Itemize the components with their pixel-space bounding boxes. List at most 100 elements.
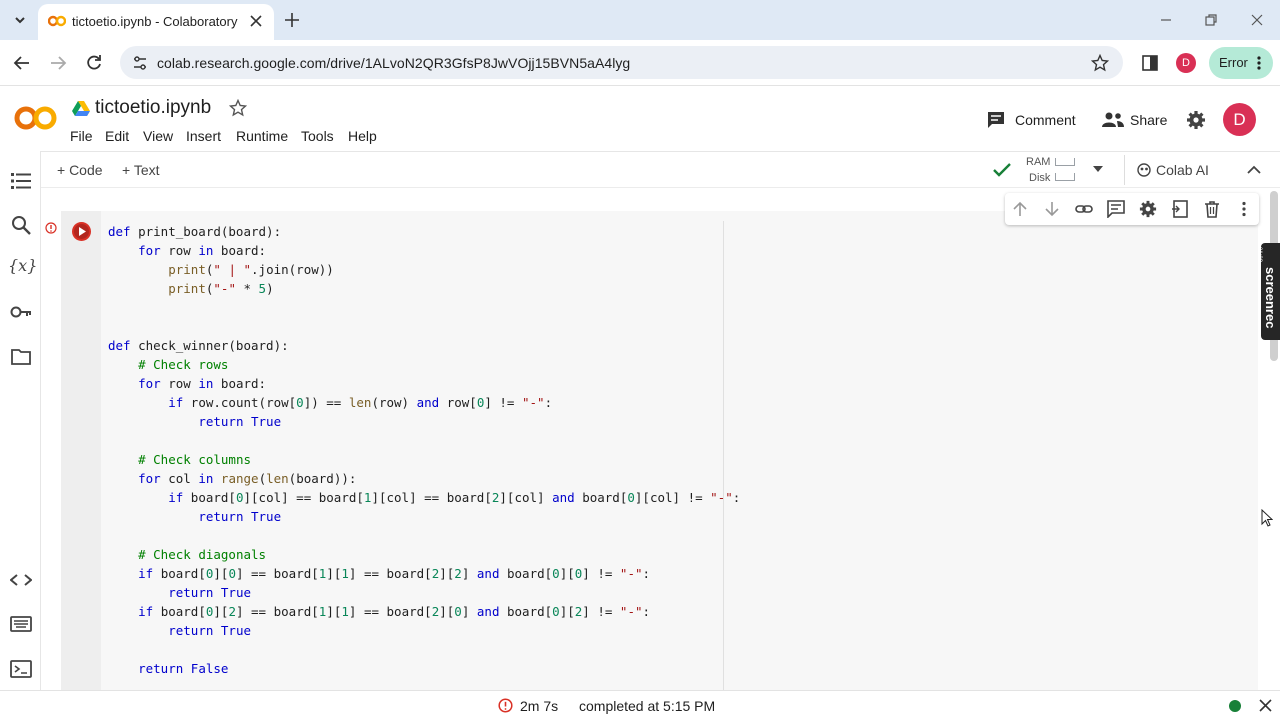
more-actions-icon[interactable] [1235,200,1253,218]
cell-toolbar [1005,193,1259,225]
code-line: for col in range(len(board)): [138,471,357,486]
move-cell-up-icon[interactable] [1011,200,1029,218]
browser-tab[interactable]: tictoetio.ipynb - Colaboratory [38,4,274,40]
tab-close-icon[interactable] [249,14,263,28]
runtime-dropdown-icon[interactable] [1093,166,1103,172]
watermark-time: 01:08 [1256,247,1262,263]
tab-search-icon[interactable] [10,10,30,30]
code-snippets-icon[interactable] [10,573,32,587]
add-text-cell-button[interactable]: + Text [122,162,160,178]
link-to-cell-icon[interactable] [1075,200,1093,218]
mirror-cell-icon[interactable] [1171,200,1189,218]
code-line: print(" | ".join(row)) [168,262,334,277]
execution-duration[interactable]: 2m 7s [520,698,558,714]
browser-profile-avatar[interactable]: D [1176,53,1196,73]
colab-ai-icon[interactable] [1137,163,1151,177]
browser-tab-strip: tictoetio.ipynb - Colaboratory [0,0,1280,40]
reload-icon[interactable] [85,54,103,72]
error-label: Error [1219,55,1248,70]
comment-button[interactable]: Comment [1015,112,1076,128]
share-button[interactable]: Share [1130,112,1167,128]
table-of-contents-icon[interactable] [11,172,31,190]
terminal-icon[interactable] [10,660,32,678]
code-line: return True [198,509,282,524]
menu-tools[interactable]: Tools [301,128,334,144]
account-avatar[interactable]: D [1223,103,1256,136]
site-settings-icon[interactable] [132,55,148,71]
cell-settings-gear-icon[interactable] [1139,200,1157,218]
disk-label: Disk [1029,172,1051,184]
screenrec-watermark: 01:08 screenrec [1256,243,1280,340]
cell-gutter [61,211,101,690]
code-line: for row in board: [138,243,267,258]
code-line: def check_winner(board): [108,338,289,353]
code-line: return True [168,585,252,600]
secrets-key-icon[interactable] [10,306,32,318]
move-cell-down-icon[interactable] [1043,200,1061,218]
menu-file[interactable]: File [70,128,93,144]
notebook-main: def print_board(board): for row in board… [41,189,1268,690]
connection-status-dot [1229,700,1241,712]
code-editor[interactable]: def print_board(board): for row in board… [108,222,740,678]
browser-menu-dots-icon [1257,56,1261,70]
minimize-icon[interactable] [1156,10,1176,30]
comment-icon[interactable] [987,111,1005,129]
code-line: return True [198,414,282,429]
code-line: if board[0][0] == board[1][1] == board[2… [138,566,651,581]
settings-gear-icon[interactable] [1186,110,1206,130]
code-line: if board[0][col] == board[1][col] == boa… [168,490,741,505]
browser-error-button[interactable]: Error [1209,47,1273,79]
address-bar[interactable]: colab.research.google.com/drive/1ALvoN2Q… [120,46,1123,79]
menu-view[interactable]: View [143,128,173,144]
delete-cell-icon[interactable] [1203,200,1221,218]
tab-title: tictoetio.ipynb - Colaboratory [72,14,238,29]
code-line: return True [168,623,252,638]
files-folder-icon[interactable] [11,348,31,365]
connected-check-icon[interactable] [992,162,1012,178]
menu-edit[interactable]: Edit [105,128,129,144]
command-palette-icon[interactable] [10,616,32,632]
add-comment-icon[interactable] [1107,200,1125,218]
add-code-cell-button[interactable]: + Code [57,162,103,178]
status-bar: 2m 7s completed at 5:15 PM [0,690,1280,720]
disk-meter [1055,173,1075,181]
menu-insert[interactable]: Insert [186,128,221,144]
code-line: # Check columns [138,452,251,467]
ram-meter [1055,158,1075,166]
bookmark-star-icon[interactable] [1091,54,1109,72]
code-line: print("-" * 5) [168,281,274,296]
colab-favicon-icon [48,15,66,27]
colab-ai-button[interactable]: Colab AI [1156,162,1209,178]
mouse-cursor-icon [1261,509,1273,527]
notebook-title[interactable]: tictoetio.ipynb [95,97,211,119]
google-drive-icon [72,100,90,116]
status-close-icon[interactable] [1259,699,1272,712]
menu-help[interactable]: Help [348,128,377,144]
run-cell-button[interactable] [71,221,92,242]
new-tab-icon[interactable] [284,12,300,28]
window-close-icon[interactable] [1247,10,1267,30]
code-line: return False [138,661,229,676]
forward-icon[interactable] [49,54,67,72]
status-error-icon [498,698,513,713]
code-cell[interactable]: def print_board(board): for row in board… [61,211,1258,690]
back-icon[interactable] [13,54,31,72]
share-people-icon[interactable] [1102,111,1124,129]
collapse-header-icon[interactable] [1247,165,1261,174]
completion-time: completed at 5:15 PM [579,698,716,714]
search-icon[interactable] [11,215,31,235]
code-line: if board[0][2] == board[1][1] == board[2… [138,604,651,619]
code-line: # Check rows [138,357,229,372]
menu-runtime[interactable]: Runtime [236,128,288,144]
colab-logo-icon[interactable] [14,105,58,131]
watermark-brand: screenrec [1263,267,1278,329]
side-panel-icon[interactable] [1142,55,1158,71]
browser-toolbar: colab.research.google.com/drive/1ALvoN2Q… [0,40,1280,86]
variables-icon[interactable]: {x} [8,256,37,275]
cell-error-indicator-icon[interactable] [45,222,57,234]
restore-icon[interactable] [1201,10,1221,30]
star-notebook-icon[interactable] [229,99,247,117]
